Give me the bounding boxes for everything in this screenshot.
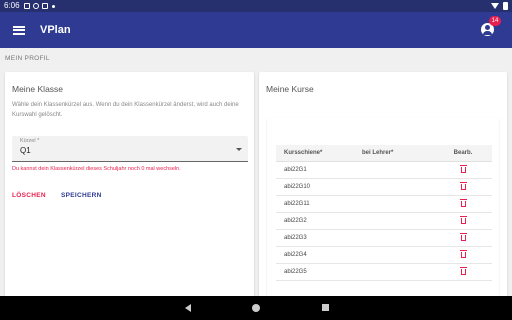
course-cell: abi22G11: [276, 195, 362, 213]
trash-icon[interactable]: [459, 181, 467, 190]
app-bar: VPlan 14: [0, 12, 512, 48]
course-cell: abi22G1: [276, 161, 362, 179]
trash-icon[interactable]: [459, 198, 467, 207]
class-card-title: Meine Klasse: [12, 84, 64, 94]
course-cell: abi22G5: [276, 263, 362, 281]
notification-icon: [32, 3, 39, 9]
courses-card: Meine Kurse Kursschiene* bei Lehrer* Bea…: [259, 72, 507, 302]
courses-card-title: Meine Kurse: [266, 84, 314, 94]
notification-dot-icon: [51, 4, 55, 8]
class-card: Meine Klasse Wähle dein Klassenkürzel au…: [5, 72, 254, 302]
teacher-cell: [362, 161, 434, 179]
teacher-cell: [362, 246, 434, 264]
column-header-teacher: bei Lehrer*: [362, 145, 434, 162]
course-cell: abi22G3: [276, 229, 362, 247]
class-select-value: Q1: [20, 146, 31, 155]
delete-button[interactable]: LÖSCHEN: [12, 192, 46, 199]
battery-icon: [503, 2, 508, 10]
teacher-cell: [362, 178, 434, 196]
courses-table-container: Kursschiene* bei Lehrer* Bearb. abi22G1 …: [267, 118, 499, 302]
wifi-icon: [491, 3, 499, 9]
dropdown-caret-icon: [236, 148, 242, 151]
column-header-course: Kursschiene*: [276, 145, 362, 162]
notification-badge: 14: [489, 16, 501, 26]
course-cell: abi22G4: [276, 246, 362, 264]
system-nav-bar: [0, 296, 512, 320]
teacher-cell: [362, 263, 434, 281]
table-row: abi22G4: [276, 246, 492, 264]
courses-table: Kursschiene* bei Lehrer* Bearb. abi22G1 …: [276, 145, 492, 281]
class-select-label: Kürzel *: [20, 138, 40, 144]
trash-icon[interactable]: [459, 232, 467, 241]
trash-icon[interactable]: [459, 249, 467, 258]
table-row: abi22G10: [276, 178, 492, 196]
status-time: 6:06: [4, 1, 20, 10]
app-title: VPlan: [40, 24, 71, 36]
trash-icon[interactable]: [459, 215, 467, 224]
table-row: abi22G2: [276, 212, 492, 230]
teacher-cell: [362, 195, 434, 213]
save-button[interactable]: SPEICHERN: [61, 192, 102, 199]
table-header-row: Kursschiene* bei Lehrer* Bearb.: [276, 145, 492, 162]
nav-back-icon[interactable]: [185, 304, 191, 312]
course-cell: abi22G10: [276, 178, 362, 196]
trash-icon[interactable]: [459, 266, 467, 275]
teacher-cell: [362, 212, 434, 230]
trash-icon[interactable]: [459, 164, 467, 173]
menu-icon[interactable]: [13, 25, 25, 35]
status-bar: 6:06: [0, 0, 512, 12]
table-row: abi22G3: [276, 229, 492, 247]
nav-recent-icon[interactable]: [322, 304, 329, 311]
class-change-hint: Du kannst dein Klassenkürzel dieses Schu…: [12, 166, 181, 172]
table-row: abi22G5: [276, 263, 492, 281]
class-select[interactable]: Kürzel * Q1: [12, 136, 248, 162]
column-header-edit: Bearb.: [434, 145, 492, 162]
course-cell: abi22G2: [276, 212, 362, 230]
notification-icon: [23, 3, 30, 9]
table-row: abi22G1: [276, 161, 492, 179]
notification-icon: [41, 3, 48, 9]
table-row: abi22G11: [276, 195, 492, 213]
nav-home-icon[interactable]: [252, 304, 260, 312]
teacher-cell: [362, 229, 434, 247]
class-card-description: Wähle dein Klassenkürzel aus. Wenn du de…: [12, 102, 239, 118]
section-label: MEIN PROFIL: [5, 55, 50, 62]
